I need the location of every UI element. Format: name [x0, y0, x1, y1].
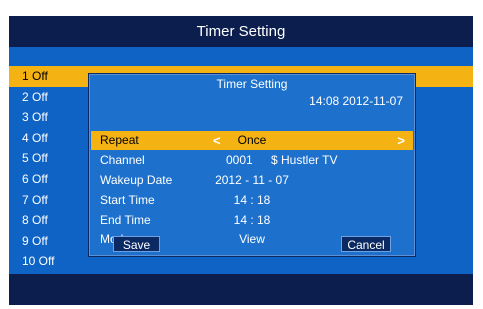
page-title: Timer Setting	[196, 23, 286, 40]
save-button[interactable]: Save	[113, 236, 160, 252]
cancel-button[interactable]: Cancel	[341, 236, 391, 252]
wakeup-date-value: 2012 - 11 - 07	[215, 173, 289, 187]
tv-screen: Timer Setting 1 Off 2 Off 3 Off 4 Off 5 …	[9, 16, 473, 305]
title-bar: Timer Setting	[9, 16, 473, 47]
repeat-row[interactable]: Repeat < Once >	[91, 131, 413, 150]
bottom-bar	[9, 274, 473, 305]
current-datetime: 14:08 2012-11-07	[309, 94, 403, 108]
chevron-right-icon[interactable]: >	[397, 131, 405, 150]
end-time-row[interactable]: End Time 14 : 18	[91, 211, 413, 230]
start-time-row[interactable]: Start Time 14 : 18	[91, 191, 413, 210]
channel-label: Channel	[100, 153, 145, 167]
channel-name: $ Hustler TV	[271, 153, 338, 167]
start-time-value: 14 : 18	[233, 193, 271, 207]
channel-row[interactable]: Channel 0001 $ Hustler TV	[91, 151, 413, 170]
dialog-title: Timer Setting	[216, 77, 288, 91]
end-time-value: 14 : 18	[233, 213, 271, 227]
wakeup-date-row[interactable]: Wakeup Date 2012 - 11 - 07	[91, 171, 413, 190]
repeat-value: Once	[237, 133, 267, 147]
channel-number: 0001	[226, 153, 253, 167]
timer-setting-dialog: Timer Setting 14:08 2012-11-07 Repeat < …	[88, 73, 416, 257]
